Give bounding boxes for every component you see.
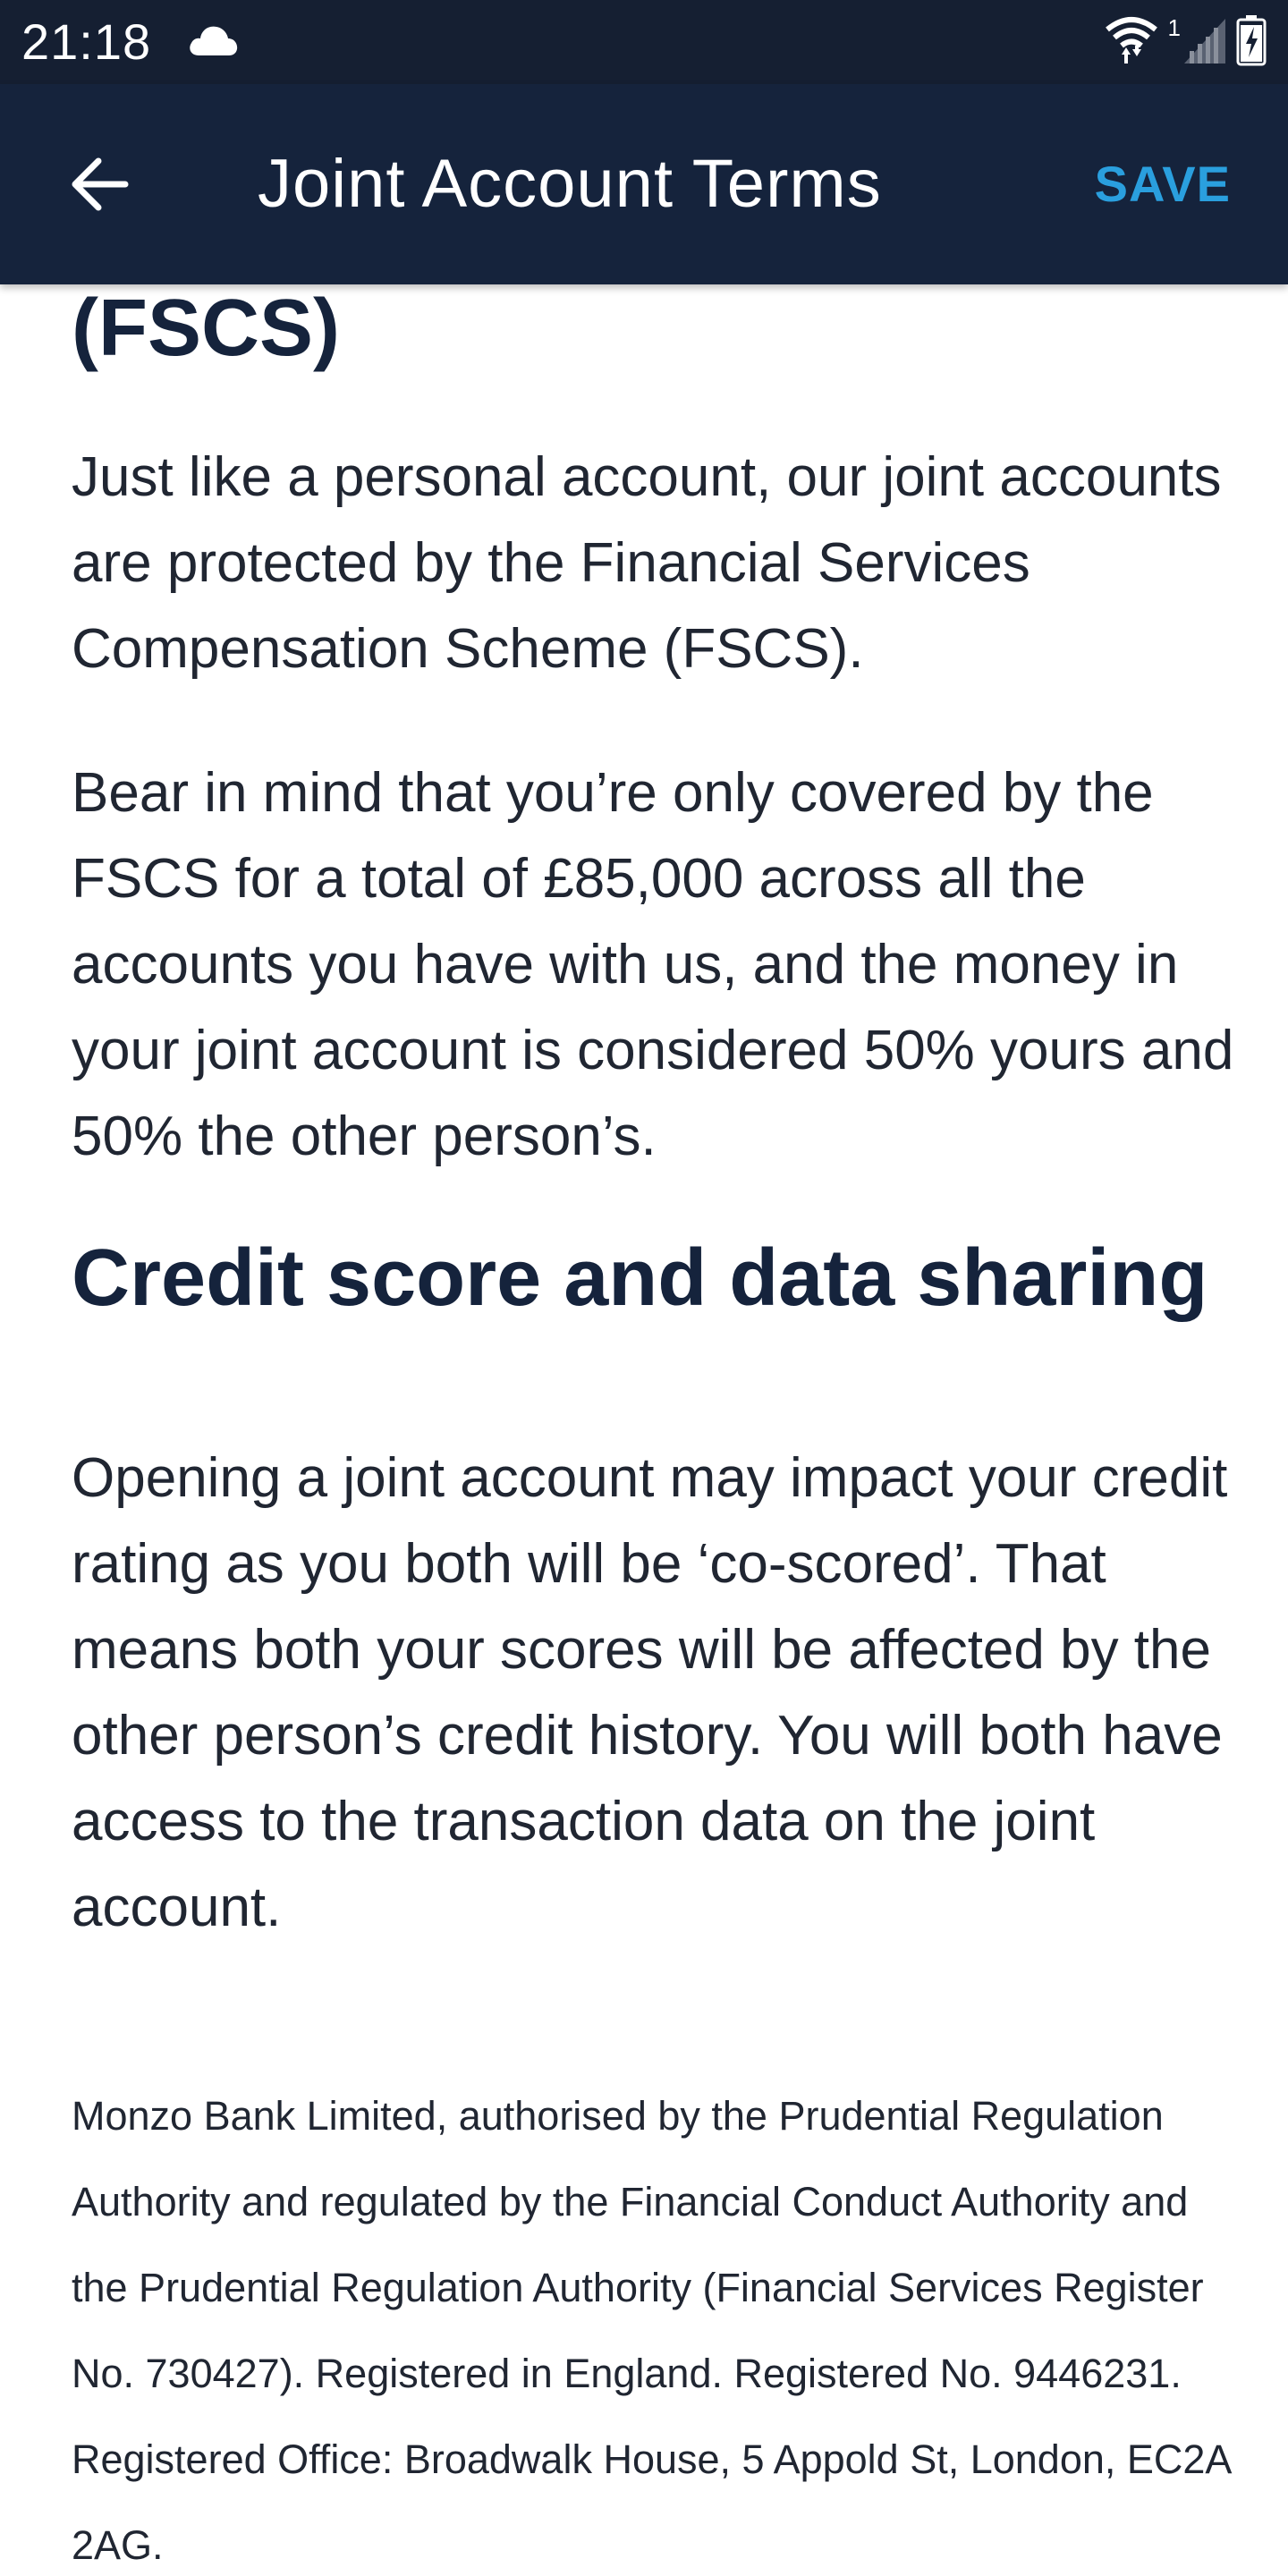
credit-score-paragraph: Opening a joint account may impact your … bbox=[72, 1447, 1228, 1938]
fscs-heading: (FSCS) bbox=[72, 284, 340, 373]
status-bar: 21:18 1 bbox=[0, 0, 1288, 84]
fscs-paragraph: Just like a personal account, our joint … bbox=[72, 446, 1222, 680]
network-badge: 1 bbox=[1167, 14, 1181, 41]
arrow-left-icon bbox=[72, 157, 129, 211]
cloud-icon bbox=[186, 20, 240, 59]
fscs-coverage-paragraph: Bear in mind that you’re only covered by… bbox=[72, 762, 1234, 1167]
credit-score-heading: Credit score and data sharing bbox=[72, 1233, 1208, 1323]
save-button[interactable]: SAVE bbox=[1095, 150, 1231, 218]
battery-icon bbox=[1236, 14, 1267, 71]
back-button[interactable] bbox=[54, 140, 143, 229]
wifi-icon bbox=[1104, 13, 1159, 72]
signal-icon bbox=[1182, 15, 1227, 70]
status-icons: 1 bbox=[1104, 13, 1267, 72]
legal-footer: Monzo Bank Limited, authorised by the Pr… bbox=[72, 2093, 1230, 2568]
status-time: 21:18 bbox=[21, 13, 152, 70]
page-title: Joint Account Terms bbox=[258, 146, 882, 222]
app-bar: Joint Account Terms SAVE bbox=[0, 84, 1288, 284]
terms-content[interactable]: (FSCS) Just like a personal account, our… bbox=[0, 284, 1288, 2576]
